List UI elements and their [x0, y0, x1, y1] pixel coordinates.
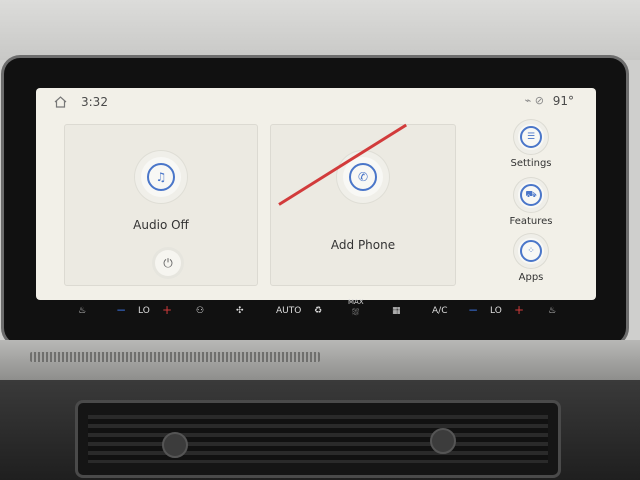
vent-slats — [88, 415, 548, 463]
climate-bar: ♨ − LO + ⚇ ✣ AUTO ♻ MAX ⛆ ▦ A/C − LO + ♨ — [36, 298, 596, 326]
right-seat-heat-icon[interactable]: ♨ — [548, 306, 556, 316]
left-seat-heat-icon[interactable]: ♨ — [78, 306, 86, 316]
strikethrough-mark — [278, 123, 408, 206]
music-note-icon: ♫ — [147, 163, 175, 191]
power-icon: ⏻ — [163, 255, 173, 270]
left-temp-down-button[interactable]: − — [116, 303, 126, 317]
right-temp-down-button[interactable]: − — [468, 303, 478, 317]
add-phone-label: Add Phone — [330, 238, 396, 252]
fan-mode-icon[interactable]: ⚇ — [196, 306, 204, 316]
left-vent-knob[interactable] — [162, 432, 188, 458]
dashboard-top — [0, 0, 640, 60]
trim-accent — [30, 352, 320, 362]
sidebar-item-features[interactable]: ⛟ Features — [491, 182, 571, 227]
phone-button[interactable]: ✆ — [343, 157, 383, 197]
sidebar-item-label: Apps — [518, 272, 544, 283]
sidebar-item-label: Features — [509, 216, 553, 227]
right-temp-up-button[interactable]: + — [514, 303, 524, 317]
ac-button[interactable]: A/C — [432, 306, 447, 316]
infotainment-screen: 3:32 ⌁ ⊘ 91° ♫ Audio Off ⏻ ✆ Add Phone ☰… — [36, 88, 596, 300]
max-defrost-button[interactable]: ⛆ — [352, 308, 359, 318]
status-bar: 3:32 ⌁ ⊘ 91° — [36, 88, 596, 116]
grid-icon: ⁘ — [520, 240, 542, 262]
clock: 3:32 — [81, 95, 108, 109]
sidebar-item-label: Settings — [510, 158, 552, 169]
phone-icon: ✆ — [349, 163, 377, 191]
fan-speed-icon[interactable]: ✣ — [236, 306, 244, 316]
left-temp-up-button[interactable]: + — [162, 303, 172, 317]
sliders-icon: ☰ — [520, 126, 542, 148]
outside-temperature: 91° — [552, 94, 574, 108]
power-button[interactable]: ⏻ — [155, 250, 181, 276]
phone-card[interactable]: ✆ Add Phone — [270, 123, 456, 286]
audio-source-button[interactable]: ♫ — [141, 157, 181, 197]
max-defrost-label: MAX — [348, 298, 364, 306]
home-icon[interactable] — [54, 96, 67, 108]
right-vent-knob[interactable] — [430, 428, 456, 454]
left-temp-value: LO — [138, 306, 150, 316]
audio-card[interactable]: ♫ Audio Off ⏻ — [64, 124, 258, 286]
audio-status-label: Audio Off — [133, 218, 189, 232]
sidebar-item-apps[interactable]: ⁘ Apps — [491, 238, 571, 283]
rear-defrost-button[interactable]: ▦ — [392, 306, 401, 316]
car-icon: ⛟ — [520, 184, 542, 206]
auto-button[interactable]: AUTO — [276, 306, 301, 316]
connectivity-icon: ⌁ ⊘ — [524, 94, 544, 107]
recirculation-icon[interactable]: ♻ — [314, 306, 322, 316]
right-temp-value: LO — [490, 306, 502, 316]
sidebar-item-settings[interactable]: ☰ Settings — [491, 124, 571, 169]
air-vent — [75, 400, 561, 478]
